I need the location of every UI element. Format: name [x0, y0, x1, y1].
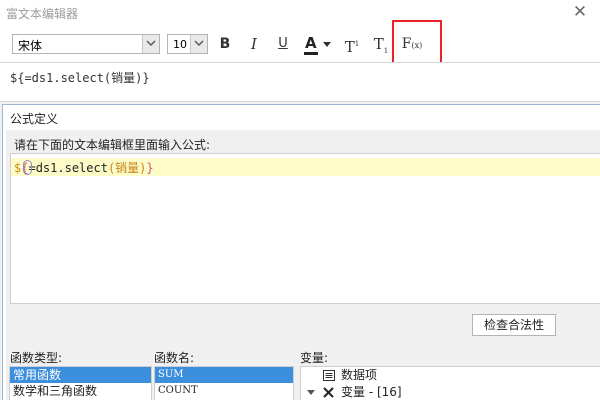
rich-text-editor[interactable]: ${=ds1.select(销量)} — [0, 62, 600, 102]
subscript-icon: T — [373, 35, 384, 53]
list-item[interactable]: 常用函数 — [10, 367, 151, 383]
code-close-brace: } — [146, 161, 154, 175]
font-color-icon: A — [305, 34, 317, 52]
chevron-down-icon[interactable] — [142, 35, 159, 53]
superscript-icon: T — [344, 38, 355, 56]
tree-item-variables[interactable]: 变量 - [16] — [301, 384, 600, 400]
underline-button[interactable]: U — [271, 32, 295, 56]
list-item[interactable]: 数学和三角函数 — [10, 383, 151, 399]
tree-item-label: 数据项 — [341, 368, 378, 382]
list-item[interactable]: COUNT — [155, 383, 293, 399]
subscript-mark: 1 — [383, 47, 389, 55]
brace-match-marker — [23, 160, 32, 175]
variables-tree[interactable]: 数据项 变量 - [16] — [300, 366, 600, 400]
close-icon[interactable]: ✕ — [570, 2, 590, 22]
font-color-button[interactable]: A — [300, 32, 334, 56]
italic-button[interactable]: I — [242, 32, 266, 56]
function-name-label: 函数名: — [154, 351, 195, 365]
formula-code: ${=ds1.select(销量)} — [14, 159, 154, 176]
chevron-down-icon — [323, 42, 331, 47]
chevron-down-icon[interactable] — [307, 390, 315, 395]
code-argument: (销量) — [107, 161, 147, 175]
font-family-select[interactable]: 宋体 — [12, 34, 160, 54]
dialog-body: 请在下面的文本编辑框里面输入公式: ${=ds1.select(销量)} 检查合… — [6, 130, 600, 400]
font-size-value: 10 — [173, 38, 187, 51]
window-title: 富文本编辑器 — [6, 7, 79, 21]
function-type-list[interactable]: 常用函数 数学和三角函数 — [9, 366, 152, 400]
chevron-down-icon[interactable] — [190, 35, 207, 53]
instruction-text: 请在下面的文本编辑框里面输入公式: — [14, 138, 211, 152]
font-family-value: 宋体 — [18, 39, 43, 53]
tree-item-data-items[interactable]: 数据项 — [301, 367, 600, 384]
dialog-title: 公式定义 — [10, 112, 59, 126]
check-validity-button[interactable]: 检查合法性 — [472, 314, 556, 336]
code-line: ${=ds1.select(销量)} — [11, 158, 600, 176]
formula-editor[interactable]: ${=ds1.select(销量)} — [10, 153, 600, 304]
code-function: =ds1.select — [28, 161, 108, 175]
font-size-select[interactable]: 10 — [167, 34, 208, 54]
superscript-button[interactable]: T1 — [340, 32, 364, 56]
variable-x-icon — [323, 387, 334, 398]
window-titlebar: 富文本编辑器 ✕ — [0, 0, 600, 26]
formula-button[interactable]: F(x) — [399, 32, 425, 56]
subscript-button[interactable]: T1 — [369, 32, 393, 56]
list-item[interactable]: SUM — [155, 367, 293, 383]
formula-dialog: 公式定义 请在下面的文本编辑框里面输入公式: ${=ds1.select(销量)… — [2, 104, 600, 400]
format-toolbar: 宋体 10 B I U A T1 T1 F(x) — [0, 26, 600, 62]
tree-item-label: 变量 - [16] — [341, 385, 402, 399]
font-color-bar — [304, 52, 318, 55]
function-type-label: 函数类型: — [10, 351, 63, 365]
bold-button[interactable]: B — [213, 32, 237, 56]
formula-icon: F — [401, 36, 412, 52]
editor-content: ${=ds1.select(销量)} — [10, 71, 150, 85]
formula-mark: (x) — [411, 41, 423, 50]
function-name-list[interactable]: SUM COUNT — [154, 366, 294, 400]
superscript-mark: 1 — [354, 40, 360, 48]
list-icon — [323, 370, 335, 381]
variables-label: 变量: — [300, 351, 329, 365]
